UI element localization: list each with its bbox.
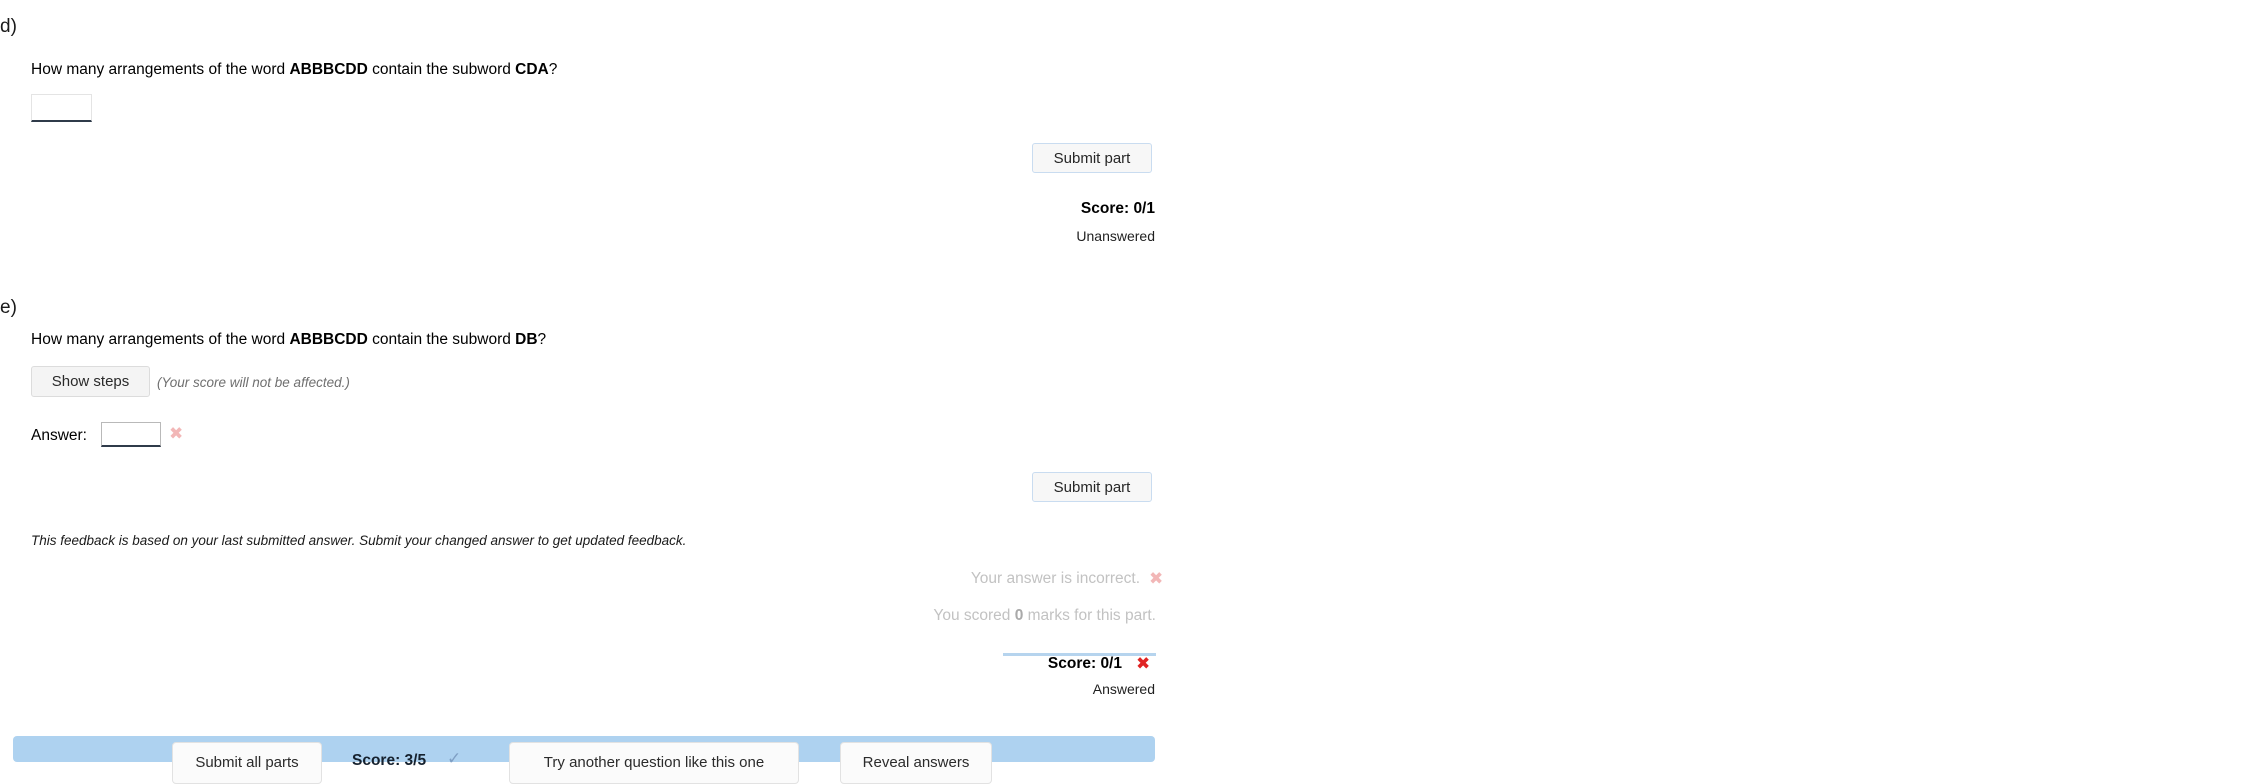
show-steps-note: (Your score will not be affected.): [157, 375, 350, 390]
feedback-marks-prefix: You scored: [933, 607, 1015, 624]
question-middle-d: contain the subword: [367, 61, 516, 78]
total-score-label: Score: 3/5: [352, 752, 427, 769]
quiz-page: d) How many arrangements of the word ABB…: [0, 0, 2264, 784]
question-word-e: ABBBCDD: [289, 331, 368, 348]
question-middle-e: contain the subword: [367, 331, 516, 348]
incorrect-x-icon-answer: ✖: [169, 424, 184, 444]
question-suffix-d: ?: [548, 61, 558, 78]
score-label-e: Score: 0/1: [1047, 655, 1122, 672]
question-text-e: How many arrangements of the word ABBBCD…: [31, 330, 546, 349]
reveal-answers-button[interactable]: Reveal answers: [840, 742, 992, 784]
feedback-incorrect-text: Your answer is incorrect.: [970, 570, 1140, 587]
question-prefix-e: How many arrangements of the word: [31, 331, 290, 348]
submit-part-button-d[interactable]: Submit part: [1032, 143, 1152, 173]
question-word-d: ABBBCDD: [289, 61, 368, 78]
answer-input-e[interactable]: [101, 422, 161, 447]
question-text-d: How many arrangements of the word ABBBCD…: [31, 60, 557, 79]
incorrect-x-icon-feedback: ✖: [1149, 569, 1164, 589]
feedback-note-e: This feedback is based on your last subm…: [31, 533, 687, 548]
question-subword-e: DB: [515, 331, 538, 348]
score-status-d: Unanswered: [1076, 228, 1155, 244]
question-subword-d: CDA: [515, 61, 549, 78]
submit-all-parts-button[interactable]: Submit all parts: [172, 742, 322, 784]
part-letter-e: e): [0, 297, 17, 318]
feedback-marks-suffix: marks for this part.: [1023, 607, 1156, 624]
question-suffix-e: ?: [537, 331, 547, 348]
answer-label-e: Answer:: [31, 427, 87, 444]
incorrect-x-icon-score: ✖: [1136, 654, 1151, 674]
answer-input-d[interactable]: [31, 94, 92, 122]
score-status-e: Answered: [1092, 681, 1155, 697]
feedback-incorrect-e: Your answer is incorrect.: [640, 570, 1140, 588]
question-prefix-d: How many arrangements of the word: [31, 61, 290, 78]
score-label-d: Score: 0/1: [1080, 200, 1155, 217]
submit-part-button-e[interactable]: Submit part: [1032, 472, 1152, 502]
feedback-marks-e: You scored 0 marks for this part.: [640, 607, 1156, 625]
try-another-question-button[interactable]: Try another question like this one: [509, 742, 799, 784]
show-steps-button[interactable]: Show steps: [31, 366, 150, 397]
check-icon-total-score: ✓: [447, 749, 462, 769]
part-letter-d: d): [0, 16, 17, 37]
